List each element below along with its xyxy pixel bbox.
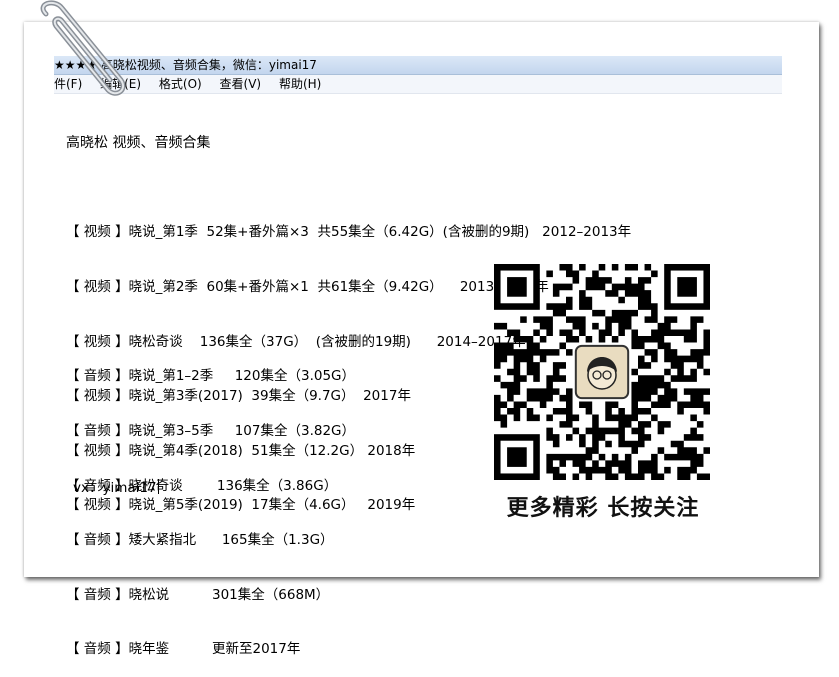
qr-finder-bottom-left <box>494 434 540 480</box>
contact-text: vx：yimai17 <box>73 480 157 496</box>
video-line: 【 视频 】晓说_第1季 52集+番外篇×3 共55集全（6.42G）(含被删的… <box>66 224 632 241</box>
qr-caption: 更多精彩 长按关注 <box>506 495 700 521</box>
audio-line: 【 音频 】晓说_第1–2季 120集全（3.05G） <box>66 368 356 385</box>
qr-code[interactable] <box>494 264 712 480</box>
audio-line: 【 音频 】矮大紧指北 165集全（1.3G） <box>66 532 334 549</box>
qr-finder-top-left <box>494 264 540 310</box>
audio-line: 【 音频 】晓松说 301集全（668M） <box>66 586 330 603</box>
menu-bar: 件(F) 编辑(E) 格式(O) 查看(V) 帮助(H) <box>54 75 782 94</box>
contact-line[interactable]: vx：yimai17 <box>73 476 159 496</box>
document-heading: 高晓松 视频、音频合集 <box>66 135 211 151</box>
window-titlebar[interactable]: ★★★★ 高晓松视频、音频合集，微信：yimai17 <box>54 56 782 75</box>
text-cursor <box>157 479 159 494</box>
audio-list: 【 音频 】晓说_第1–2季 120集全（3.05G） 【 音频 】晓说_第3–… <box>66 331 355 677</box>
avatar-icon <box>574 344 630 400</box>
qr-finder-top-right <box>664 264 710 310</box>
menu-format[interactable]: 格式(O) <box>159 75 202 93</box>
audio-line: 【 音频 】晓说_第3–5季 107集全（3.82G） <box>66 423 356 439</box>
audio-line: 【 音频 】晓年鉴 更新至2017年 <box>66 641 301 658</box>
menu-view[interactable]: 查看(V) <box>220 75 262 93</box>
paperclip-icon <box>40 0 126 96</box>
qr-code-image <box>494 264 710 480</box>
menu-help[interactable]: 帮助(H) <box>279 75 321 93</box>
